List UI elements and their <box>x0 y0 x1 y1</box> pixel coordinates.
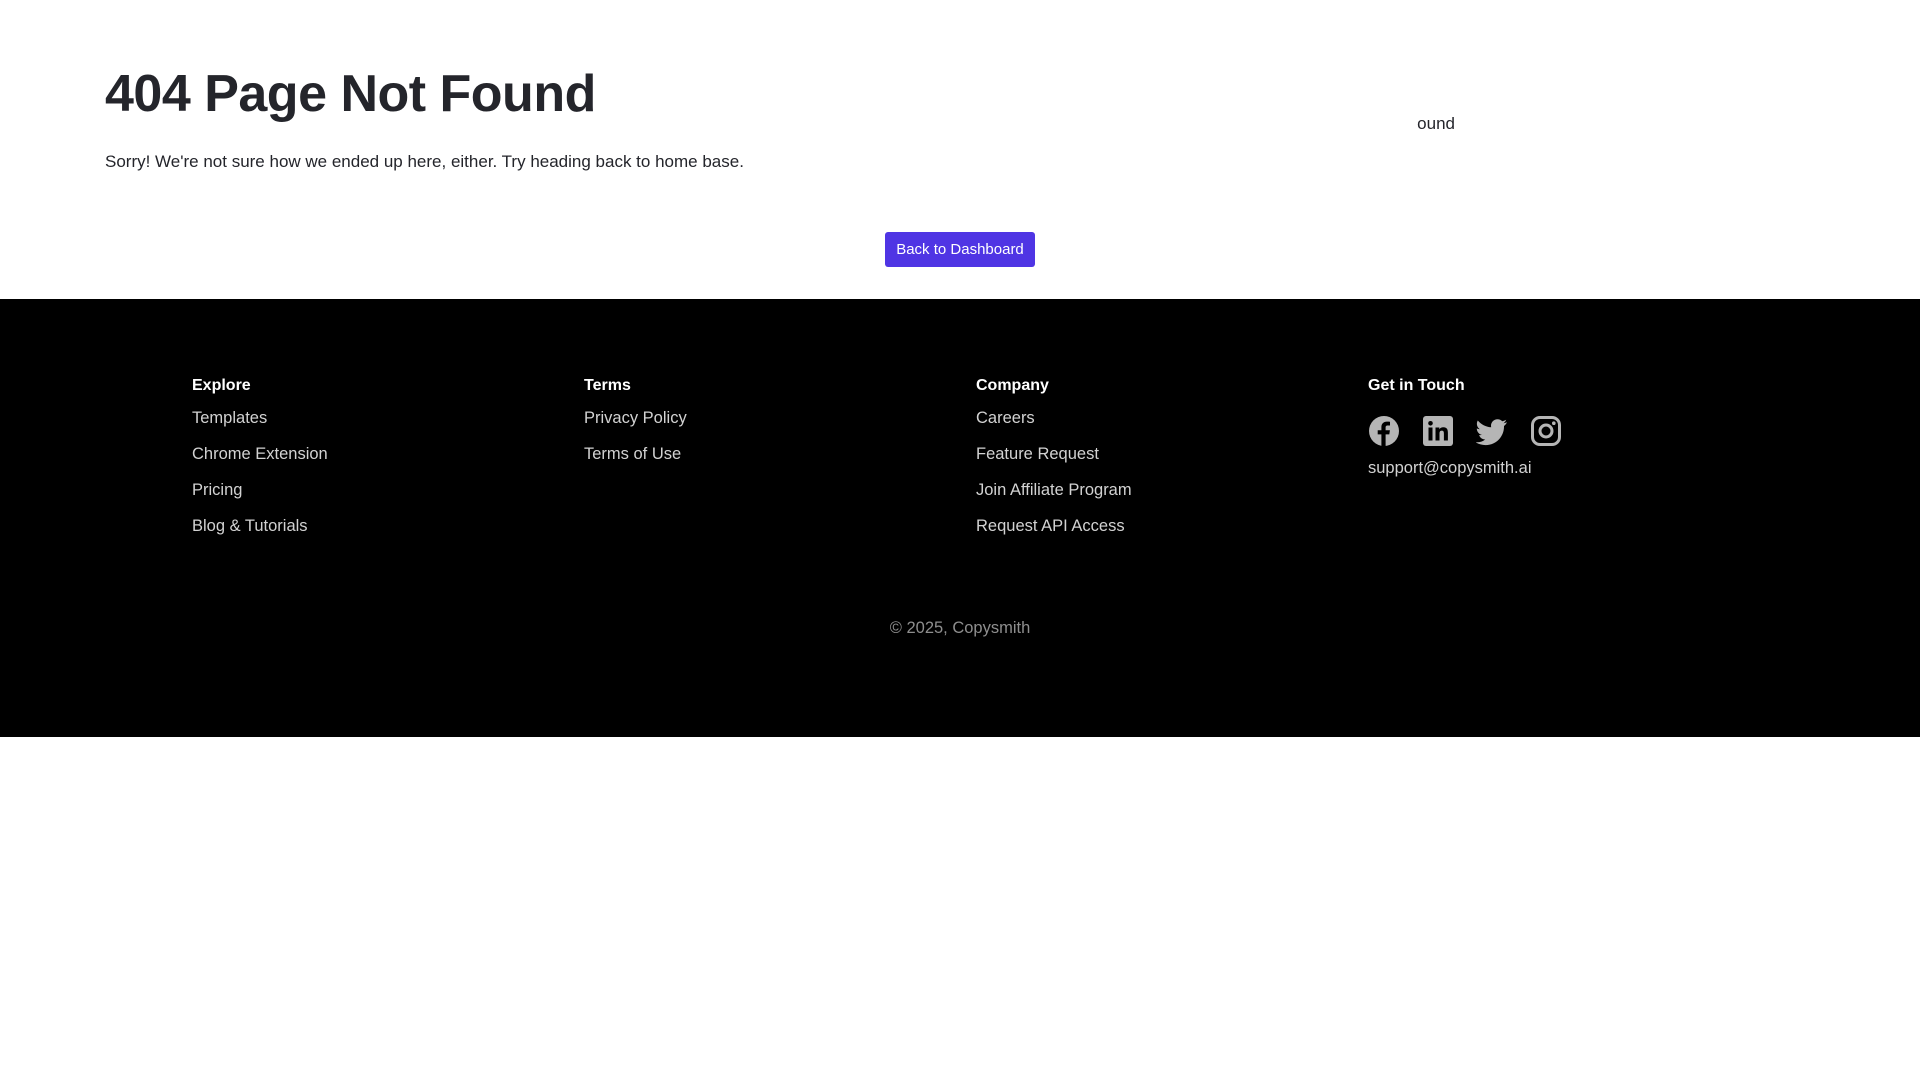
facebook-icon[interactable] <box>1368 415 1400 447</box>
social-links <box>1368 415 1562 447</box>
list-item: Blog & Tutorials <box>192 517 328 553</box>
list-item: Careers <box>976 409 1132 445</box>
page-title: 404 Page Not Found <box>105 65 596 123</box>
footer-heading-contact: Get in Touch <box>1368 377 1465 394</box>
linkedin-icon[interactable] <box>1422 415 1454 447</box>
clipped-label-text: ound <box>1417 114 1455 133</box>
footer-link-blog-tutorials[interactable]: Blog & Tutorials <box>192 517 308 535</box>
footer-link-request-api-access[interactable]: Request API Access <box>976 517 1125 535</box>
footer-link-templates[interactable]: Templates <box>192 409 267 427</box>
list-item: Feature Request <box>976 445 1132 481</box>
footer-heading-company: Company <box>976 377 1049 394</box>
footer-column-company: Company Careers Feature Request Join Aff… <box>976 377 1132 553</box>
clipped-label: ound <box>1415 114 1455 136</box>
instagram-icon[interactable] <box>1530 415 1562 447</box>
footer-column-explore: Explore Templates Chrome Extension Prici… <box>192 377 328 553</box>
footer-links-terms: Privacy Policy Terms of Use <box>584 409 687 481</box>
footer-links-company: Careers Feature Request Join Affiliate P… <box>976 409 1132 553</box>
list-item: Terms of Use <box>584 445 687 481</box>
footer-link-terms-of-use[interactable]: Terms of Use <box>584 445 681 463</box>
list-item: Templates <box>192 409 328 445</box>
footer-link-privacy-policy[interactable]: Privacy Policy <box>584 409 687 427</box>
site-footer: Explore Templates Chrome Extension Prici… <box>0 299 1920 737</box>
footer-link-feature-request[interactable]: Feature Request <box>976 445 1099 463</box>
footer-links-explore: Templates Chrome Extension Pricing Blog … <box>192 409 328 553</box>
copyright-text: © 2025, Copysmith <box>889 619 1031 637</box>
list-item: Pricing <box>192 481 328 517</box>
not-found-section: 404 Page Not Found Sorry! We're not sure… <box>0 0 1920 299</box>
footer-heading-terms: Terms <box>584 377 631 394</box>
footer-column-terms: Terms Privacy Policy Terms of Use <box>584 377 687 481</box>
not-found-message: Sorry! We're not sure how we ended up he… <box>105 152 744 171</box>
list-item: Privacy Policy <box>584 409 687 445</box>
list-item: Request API Access <box>976 517 1132 553</box>
footer-link-affiliate-program[interactable]: Join Affiliate Program <box>976 481 1132 499</box>
list-item: Chrome Extension <box>192 445 328 481</box>
back-to-dashboard-button[interactable]: Back to Dashboard <box>885 232 1035 267</box>
twitter-icon[interactable] <box>1476 415 1508 447</box>
support-email-link[interactable]: support@copysmith.ai <box>1368 459 1562 478</box>
footer-link-careers[interactable]: Careers <box>976 409 1035 427</box>
list-item: Join Affiliate Program <box>976 481 1132 517</box>
footer-link-pricing[interactable]: Pricing <box>192 481 242 499</box>
footer-heading-explore: Explore <box>192 377 251 394</box>
footer-column-contact: Get in Touch support@copysmith.ai <box>1368 377 1562 478</box>
footer-link-chrome-extension[interactable]: Chrome Extension <box>192 445 328 463</box>
